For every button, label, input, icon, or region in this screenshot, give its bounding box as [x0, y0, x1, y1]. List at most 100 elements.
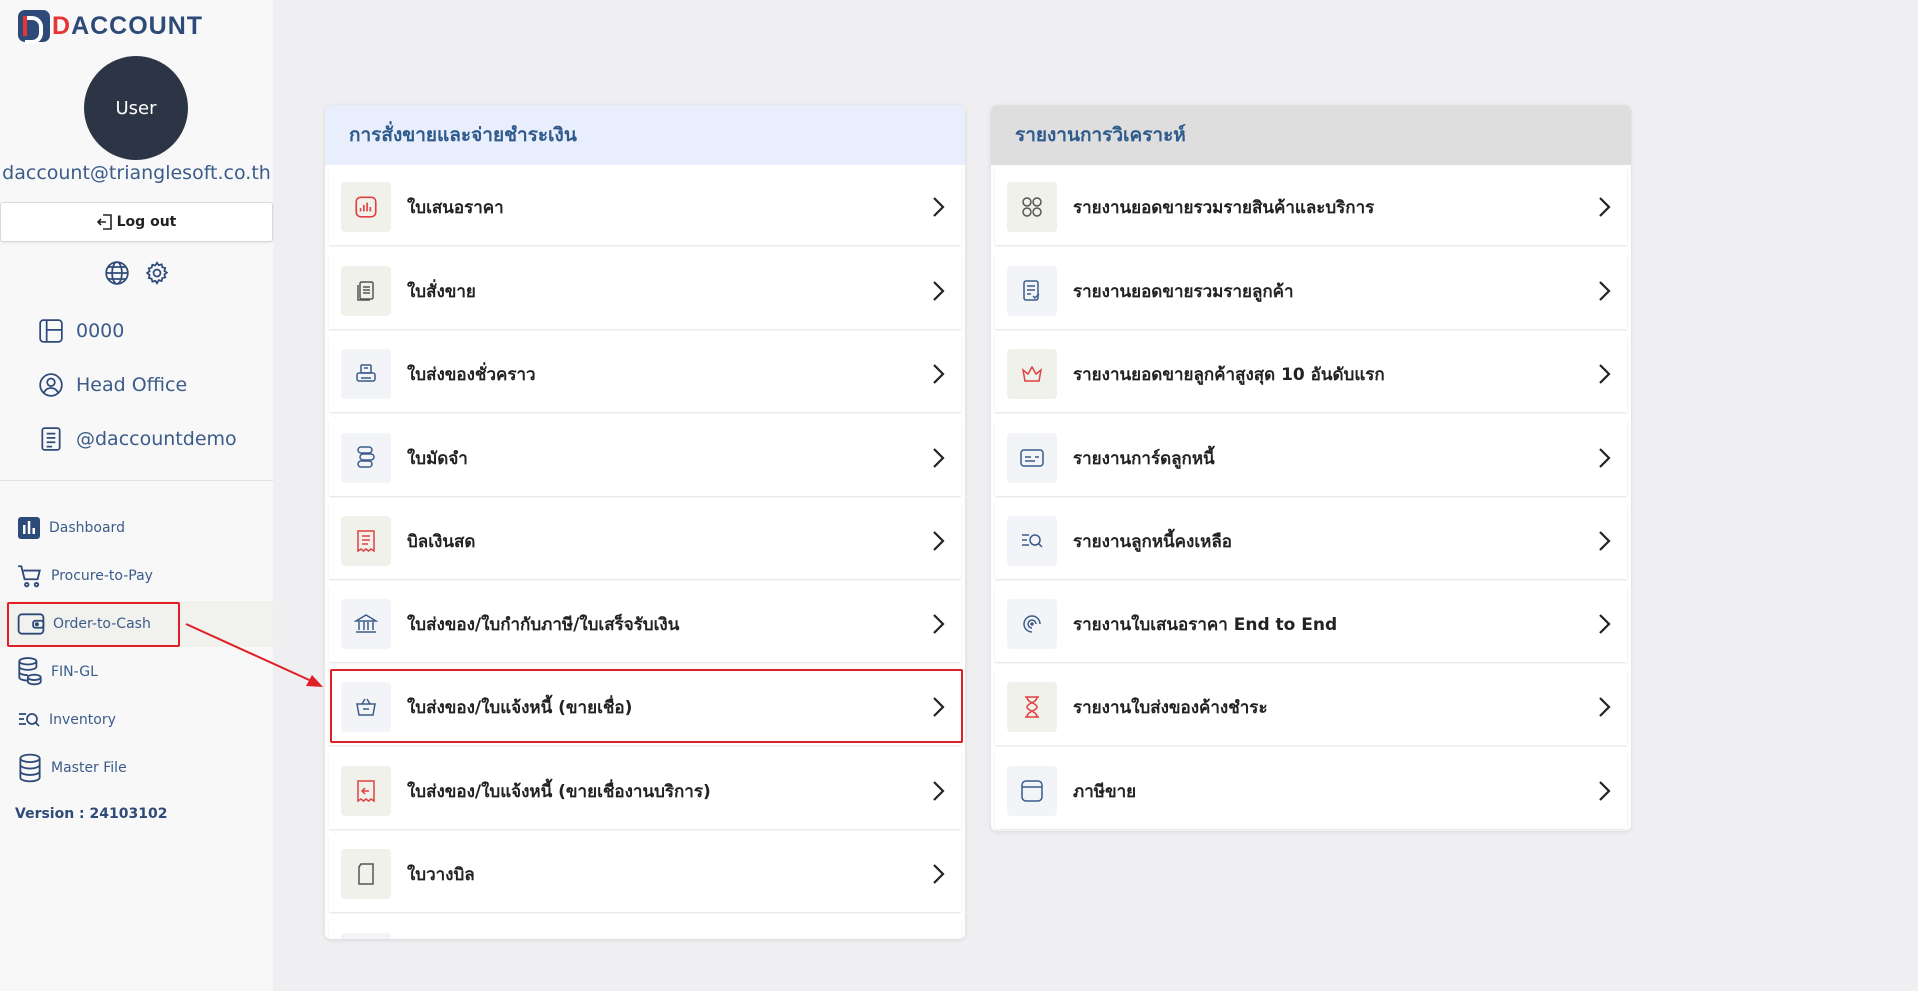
chevron-right-icon — [1599, 781, 1611, 801]
chevron-right-icon — [933, 197, 945, 217]
wallet-icon — [17, 613, 45, 635]
company-code-label: 0000 — [76, 320, 125, 342]
chevron-right-icon — [1599, 697, 1611, 717]
documents-icon — [341, 266, 391, 316]
cart-icon — [18, 565, 41, 588]
company-code[interactable]: 0000 — [38, 318, 124, 344]
analytics-panel: รายงานการวิเคราะห์ รายงานยอดขายรวมรายสิน… — [991, 105, 1631, 831]
account[interactable]: @daccountdemo — [38, 426, 237, 452]
order-to-cash-panel: การสั่งขายและจ่ายชำระเงิน ใบเสนอราคา ใบส… — [325, 105, 965, 939]
menu-item-tax-invoice-receipt[interactable]: ใบส่งของ/ใบกำกับภาษี/ใบเสร็จรับเงิน — [329, 586, 961, 662]
sidebar-item-master-file[interactable]: Master File — [0, 745, 273, 791]
menu-item-label: ใบส่งของ/ใบแจ้งหนี้ (ขายเชื่องานบริการ) — [407, 781, 711, 802]
sidebar-item-label: Order-to-Cash — [53, 616, 151, 632]
gear-icon[interactable] — [144, 260, 170, 286]
menu-item-temp-delivery[interactable]: ใบส่งของชั่วคราว — [329, 336, 961, 412]
user-circle-icon — [39, 373, 63, 397]
sidebar-item-label: Procure-to-Pay — [51, 568, 153, 584]
menu-item-label: รายงานใบเสนอราคา End to End — [1073, 614, 1338, 635]
menu-item-label: รายงานใบส่งของค้างชำระ — [1073, 697, 1268, 718]
sidebar-item-label: Master File — [51, 760, 127, 776]
menu-item-label: ภาษีขาย — [1073, 781, 1137, 802]
chevron-right-icon — [1599, 448, 1611, 468]
report-item-quotation-end-to-end[interactable]: รายงานใบเสนอราคา End to End — [995, 586, 1627, 662]
card-icon — [1007, 433, 1057, 483]
user-email: daccount@trianglesoft.co.th — [2, 162, 271, 184]
sidebar-item-dashboard[interactable]: Dashboard — [0, 505, 273, 551]
more-icon — [341, 933, 391, 939]
logout-icon — [96, 214, 112, 230]
sidebar-item-label: Dashboard — [49, 520, 125, 536]
report-item-output-tax[interactable]: ภาษีขาย — [995, 753, 1627, 829]
hourglass-icon — [1007, 682, 1057, 732]
document-icon — [41, 427, 61, 451]
report-item-top-10-customers[interactable]: รายงานยอดขายลูกค้าสูงสุด 10 อันดับแรก — [995, 336, 1627, 412]
chevron-right-icon — [933, 864, 945, 884]
menu-item-label: ใบส่งของ/ใบกำกับภาษี/ใบเสร็จรับเงิน — [407, 614, 680, 635]
report-item-debtor-card[interactable]: รายงานการ์ดลูกหนี้ — [995, 420, 1627, 496]
report-item-sales-by-customer[interactable]: รายงานยอดขายรวมรายลูกค้า — [995, 253, 1627, 329]
sidebar: DACCOUNT User daccount@trianglesoft.co.t… — [0, 0, 273, 991]
menu-item-label: รายงานยอดขายรวมรายสินค้าและบริการ — [1073, 197, 1375, 218]
branch-label: Head Office — [76, 374, 188, 396]
chevron-right-icon — [933, 781, 945, 801]
database-icon — [19, 753, 41, 783]
menu-item-more[interactable] — [329, 920, 961, 939]
sidebar-item-order-to-cash[interactable]: Order-to-Cash — [0, 601, 273, 647]
sidebar-item-label: FIN-GL — [51, 664, 98, 680]
layout-icon — [39, 319, 63, 343]
report-item-outstanding-debtors[interactable]: รายงานลูกหนี้คงเหลือ — [995, 503, 1627, 579]
menu-item-quotation[interactable]: ใบเสนอราคา — [329, 169, 961, 245]
coin-stack-icon — [341, 433, 391, 483]
basket-icon — [341, 682, 391, 732]
sidebar-item-inventory[interactable]: Inventory — [0, 697, 273, 743]
sidebar-item-fin-gl[interactable]: FIN-GL — [0, 649, 273, 695]
menu-item-label: รายงานยอดขายลูกค้าสูงสุด 10 อันดับแรก — [1073, 364, 1385, 385]
chevron-right-icon — [1599, 197, 1611, 217]
chevron-right-icon — [933, 364, 945, 384]
app-logo[interactable]: DACCOUNT — [18, 10, 204, 44]
panel-title: การสั่งขายและจ่ายชำระเงิน — [325, 105, 965, 165]
logout-label: Log out — [116, 214, 177, 230]
chevron-right-icon — [1599, 281, 1611, 301]
menu-item-label: รายงานยอดขายรวมรายลูกค้า — [1073, 281, 1294, 302]
window-icon — [1007, 766, 1057, 816]
menu-item-sales-order[interactable]: ใบสั่งขาย — [329, 253, 961, 329]
list-search-icon — [1007, 516, 1057, 566]
report-item-sales-by-product[interactable]: รายงานยอดขายรวมรายสินค้าและบริการ — [995, 169, 1627, 245]
menu-item-billing-note[interactable]: ใบวางบิล — [329, 836, 961, 912]
logout-button[interactable]: Log out — [0, 202, 273, 242]
menu-item-deposit[interactable]: ใบมัดจำ — [329, 420, 961, 496]
avatar[interactable]: User — [84, 56, 188, 160]
menu-item-label: ใบส่งของชั่วคราว — [407, 364, 536, 385]
crown-icon — [1007, 349, 1057, 399]
logo-text: ACCOUNT — [71, 11, 204, 40]
sidebar-item-label: Inventory — [49, 712, 116, 728]
branch[interactable]: Head Office — [38, 372, 187, 398]
menu-item-credit-service-invoice[interactable]: ใบส่งของ/ใบแจ้งหนี้ (ขายเชื่องานบริการ) — [329, 753, 961, 829]
logo-mark-icon — [18, 10, 50, 44]
globe-icon[interactable] — [104, 260, 130, 286]
menu-item-label: บิลเงินสด — [407, 531, 476, 552]
menu-item-label: ใบเสนอราคา — [407, 197, 504, 218]
report-item-unpaid-delivery[interactable]: รายงานใบส่งของค้างชำระ — [995, 669, 1627, 745]
chevron-right-icon — [933, 531, 945, 551]
menu-item-cash-bill[interactable]: บิลเงินสด — [329, 503, 961, 579]
chevron-right-icon — [933, 614, 945, 634]
chevron-right-icon — [1599, 364, 1611, 384]
sidebar-item-procure-to-pay[interactable]: Procure-to-Pay — [0, 553, 273, 599]
receipt-icon — [341, 516, 391, 566]
quick-settings — [0, 260, 273, 286]
account-label: @daccountdemo — [76, 428, 237, 450]
chevron-right-icon — [1599, 614, 1611, 634]
bar-chart-icon — [18, 517, 40, 539]
chevron-right-icon — [933, 448, 945, 468]
version-label: Version : 24103102 — [15, 806, 168, 822]
sidebar-divider — [0, 480, 273, 481]
bank-icon — [341, 599, 391, 649]
spiral-icon — [1007, 599, 1057, 649]
menu-item-label: ใบสั่งขาย — [407, 281, 476, 302]
return-receipt-icon — [341, 766, 391, 816]
menu-item-credit-invoice[interactable]: ใบส่งของ/ใบแจ้งหนี้ (ขายเชื่อ) — [329, 669, 961, 745]
menu-item-label: ใบมัดจำ — [407, 448, 468, 469]
